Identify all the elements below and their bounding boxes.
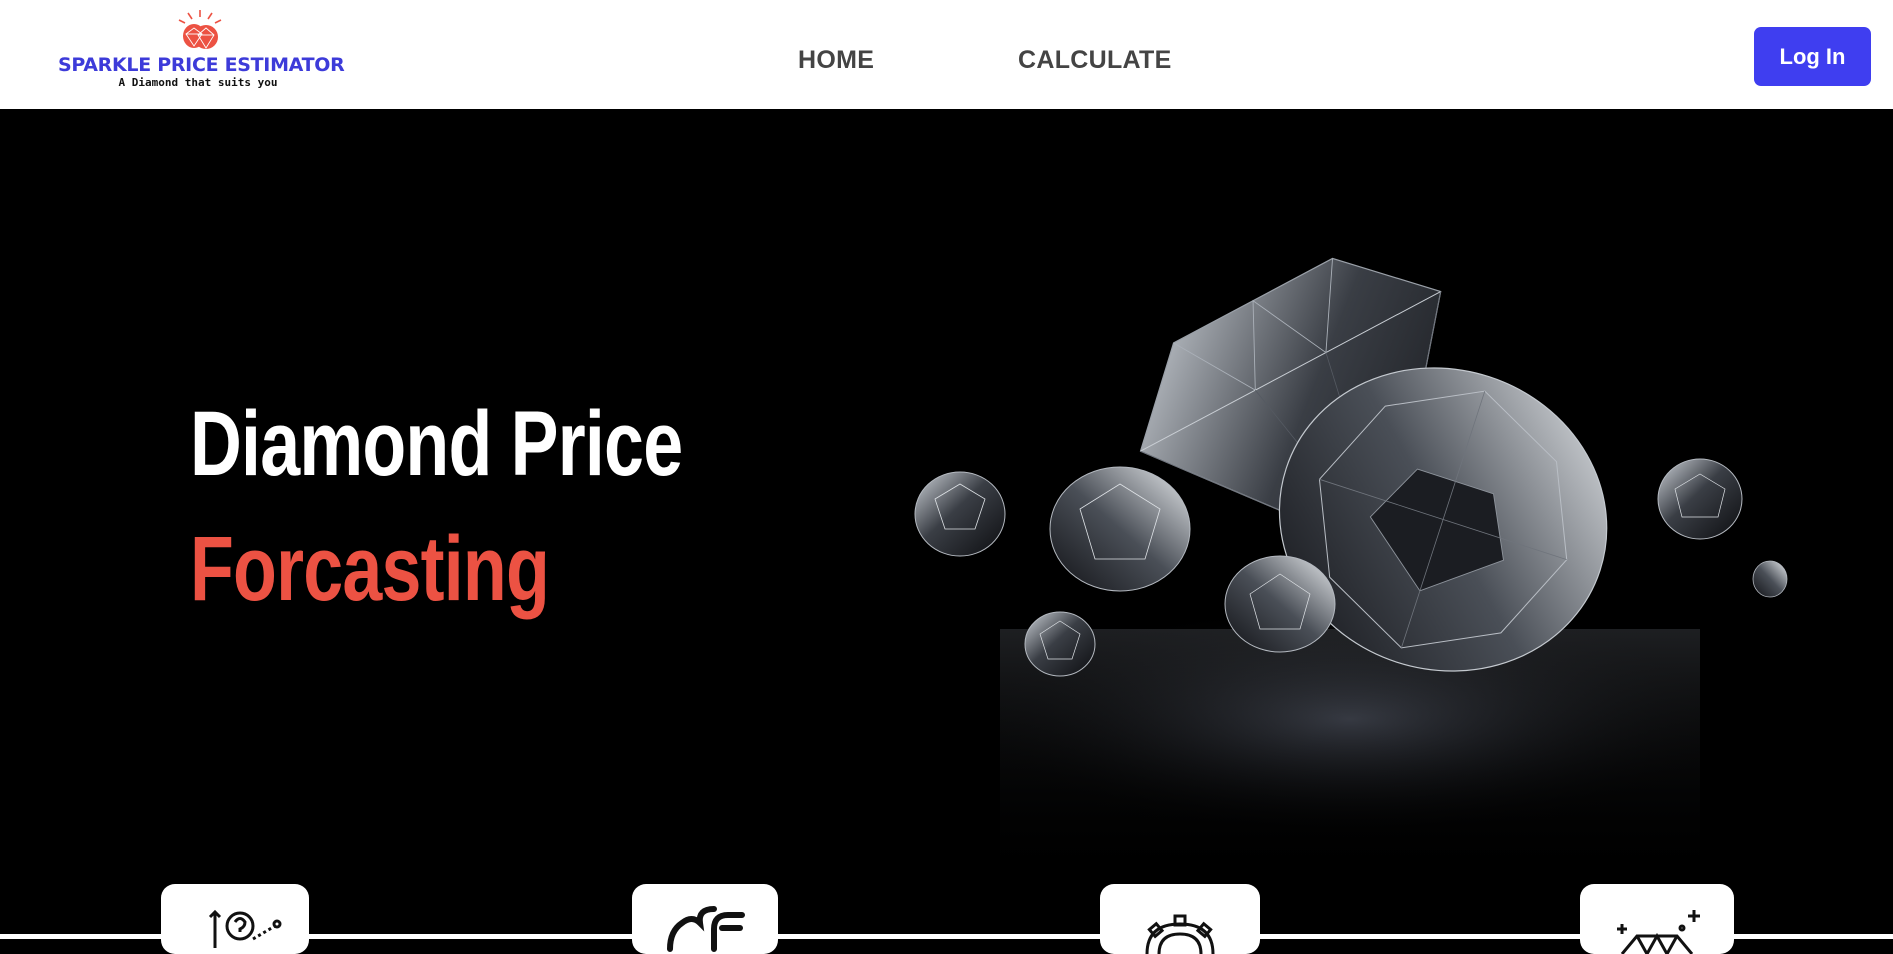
feature-card-2[interactable] xyxy=(632,884,778,954)
logo[interactable]: SPARKLE PRICE ESTIMATOR A Diamond that s… xyxy=(58,8,345,92)
hero-section: Diamond Price Forcasting xyxy=(0,109,1893,939)
feature-card-4[interactable] xyxy=(1580,884,1734,954)
question-path-icon xyxy=(208,909,282,948)
hero-title-line2: Forcasting xyxy=(190,518,550,620)
heart-hand-icon xyxy=(667,906,745,952)
nav-home[interactable]: HOME xyxy=(798,46,874,75)
sparkle-diamond-icon xyxy=(1617,910,1700,954)
nav-calculate[interactable]: CALCULATE xyxy=(1018,46,1172,75)
hero-diamonds-image xyxy=(914,257,1788,889)
login-button[interactable]: Log In xyxy=(1754,27,1871,86)
hero-title-line1: Diamond Price xyxy=(190,393,683,495)
feature-card-3[interactable] xyxy=(1100,884,1260,954)
feature-card-1[interactable] xyxy=(161,884,309,954)
site-header: SPARKLE PRICE ESTIMATOR A Diamond that s… xyxy=(0,0,1893,109)
diamond-logo-icon xyxy=(178,10,222,49)
gear-icon xyxy=(1145,914,1215,954)
logo-tagline: A Diamond that suits you xyxy=(118,76,278,89)
logo-title: SPARKLE PRICE ESTIMATOR xyxy=(58,54,345,76)
